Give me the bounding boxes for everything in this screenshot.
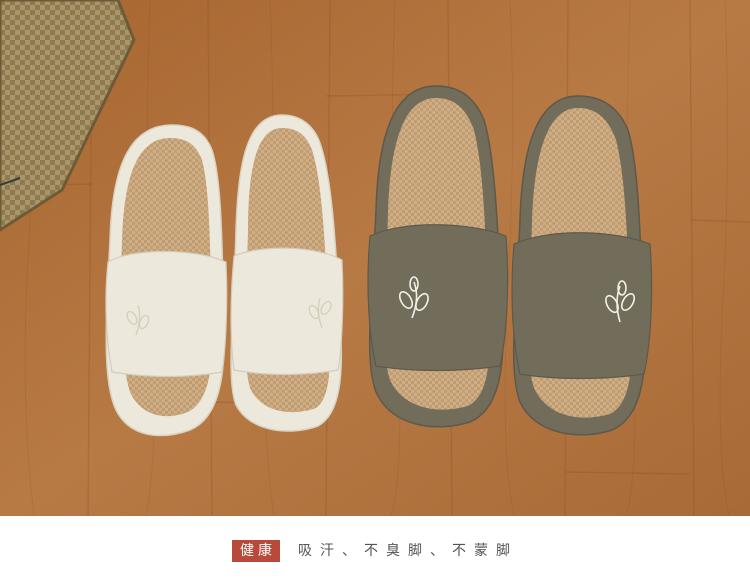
product-detail-page: 健康 吸汗、不臭脚、不蒙脚 <box>0 0 750 585</box>
olive-slipper-right <box>511 95 653 436</box>
cream-slipper-left <box>105 124 228 437</box>
olive-slipper-left <box>367 85 509 428</box>
caption-bar: 健康 吸汗、不臭脚、不蒙脚 <box>0 516 750 585</box>
feature-tagline: 吸汗、不臭脚、不蒙脚 <box>298 542 518 559</box>
product-photo <box>0 0 750 516</box>
health-badge: 健康 <box>232 539 280 562</box>
